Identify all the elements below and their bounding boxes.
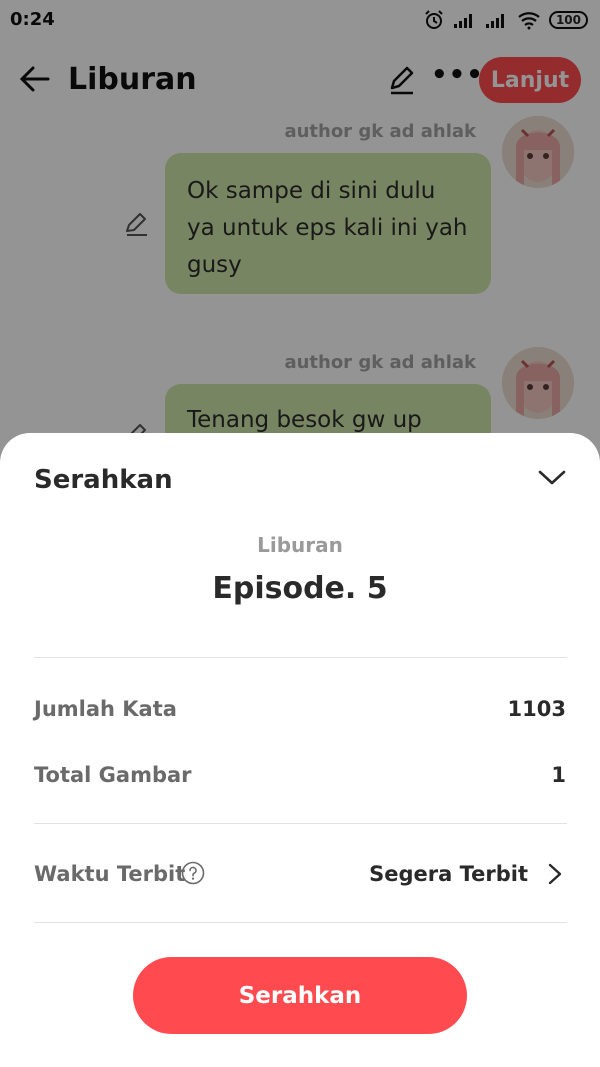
publish-time-label: Waktu Terbit (34, 862, 186, 886)
episode-title: Episode. 5 (212, 571, 388, 606)
chevron-down-icon[interactable] (536, 461, 568, 493)
help-circle-icon[interactable] (181, 861, 205, 885)
submit-button[interactable]: Serahkan (133, 957, 467, 1034)
word-count-label: Jumlah Kata (34, 697, 177, 721)
image-count-label: Total Gambar (34, 763, 192, 787)
divider (34, 657, 567, 658)
chevron-right-icon[interactable] (544, 861, 566, 887)
word-count-value: 1103 (507, 697, 566, 721)
image-count-value: 1 (551, 763, 566, 787)
divider (34, 922, 567, 923)
story-title: Liburan (257, 533, 343, 557)
submit-bottom-sheet: Serahkan Liburan Episode. 5 Jumlah Kata … (0, 433, 600, 1067)
divider (34, 823, 567, 824)
sheet-title: Serahkan (34, 465, 173, 495)
publish-time-value[interactable]: Segera Terbit (369, 862, 528, 886)
